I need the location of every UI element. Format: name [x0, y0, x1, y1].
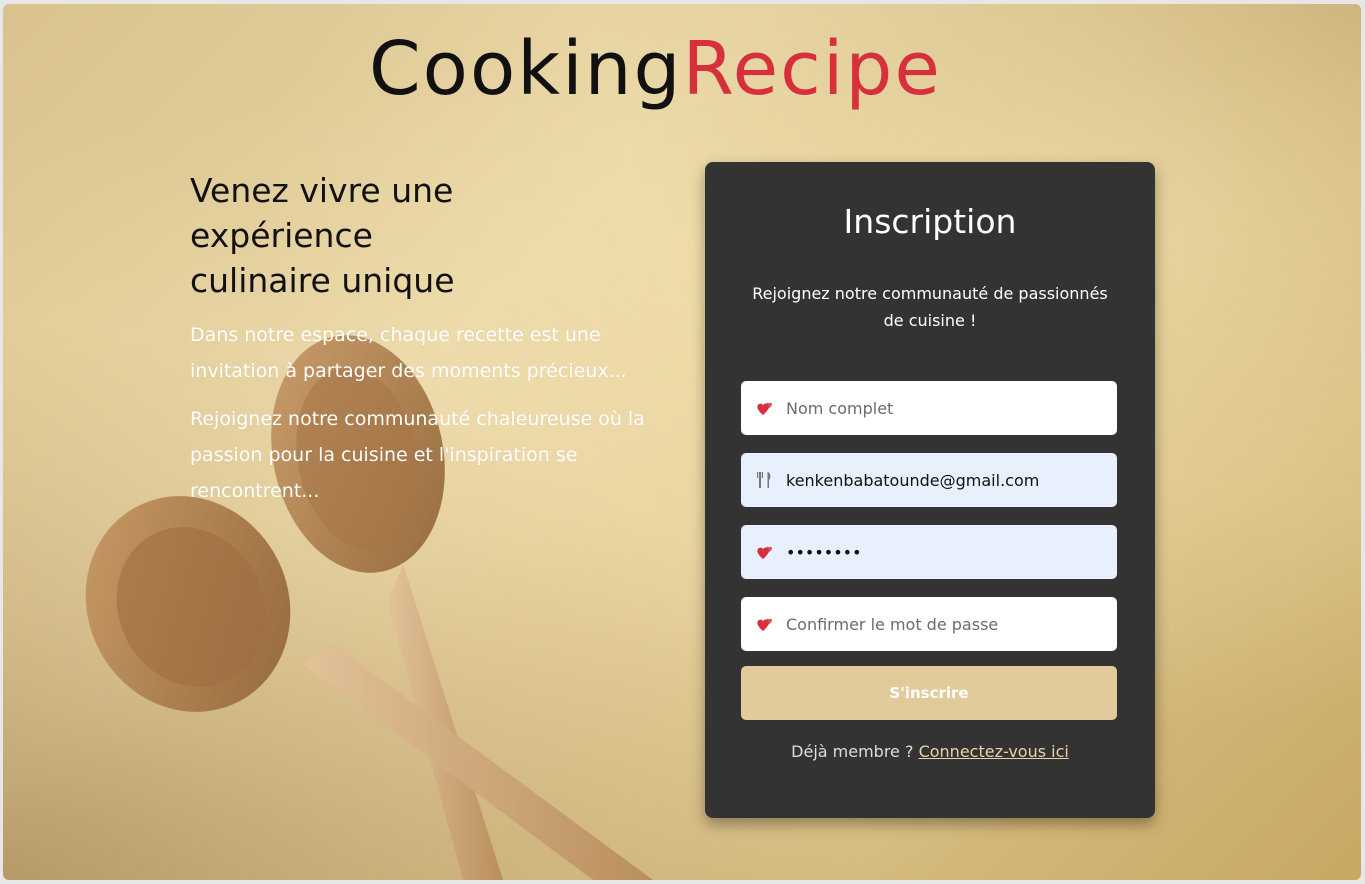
- signup-subtitle: Rejoignez notre communauté de passionnés…: [752, 284, 1108, 330]
- email-input[interactable]: [786, 453, 1106, 507]
- password-field[interactable]: [741, 525, 1117, 579]
- signup-card: Inscription Rejoignez notre communauté d…: [705, 162, 1155, 818]
- brand-part-2: Recipe: [682, 26, 942, 112]
- hearts-icon: [757, 402, 772, 415]
- login-prompt: Déjà membre ? Connectez-vous ici: [705, 742, 1155, 761]
- intro-title: Venez vivre une expérience culinaire uni…: [190, 171, 455, 300]
- intro-paragraph-2: Rejoignez notre communauté chaleureuse o…: [190, 408, 645, 502]
- fullname-field[interactable]: [741, 381, 1117, 435]
- hearts-icon: [757, 546, 772, 559]
- brand-logo: CookingRecipe: [369, 32, 942, 106]
- signup-title: Inscription: [843, 202, 1017, 241]
- login-link[interactable]: Connectez-vous ici: [919, 742, 1069, 761]
- signup-button[interactable]: S'inscrire: [741, 666, 1117, 720]
- password-input[interactable]: [786, 525, 1106, 579]
- email-field[interactable]: [741, 453, 1117, 507]
- confirm-password-input[interactable]: [786, 597, 1106, 651]
- utensils-icon: [757, 472, 771, 488]
- login-prompt-text: Déjà membre ?: [791, 742, 914, 761]
- hearts-icon: [757, 618, 772, 631]
- brand-part-1: Cooking: [369, 26, 683, 112]
- intro-paragraph-1: Dans notre espace, chaque recette est un…: [190, 324, 627, 382]
- intro-section: Venez vivre une expérience culinaire uni…: [190, 168, 650, 509]
- fullname-input[interactable]: [786, 381, 1106, 435]
- page-background: CookingRecipe Venez vivre une expérience…: [3, 4, 1361, 880]
- confirm-password-field[interactable]: [741, 597, 1117, 651]
